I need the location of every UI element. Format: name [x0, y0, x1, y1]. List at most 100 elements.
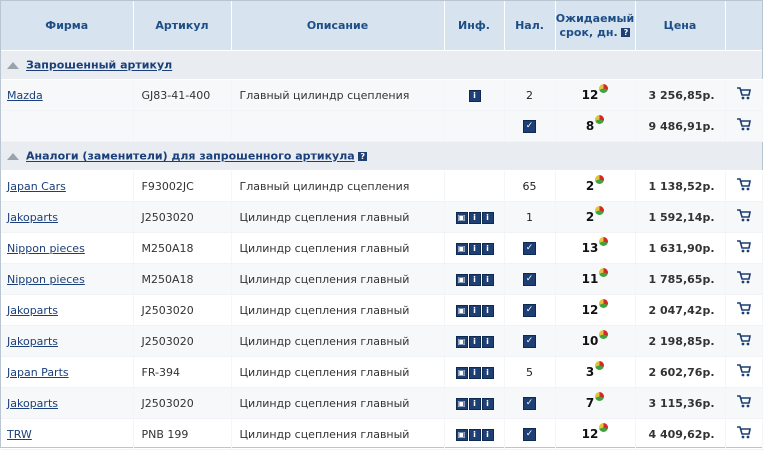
photo-icon[interactable]: ▣ [455, 428, 468, 441]
info-icon[interactable]: i [468, 89, 481, 102]
article-cell: M250A18 [133, 263, 232, 295]
info-icon[interactable]: i [468, 428, 481, 441]
col-description[interactable]: Описание [231, 1, 445, 51]
lead-days: 12 [581, 88, 599, 102]
info-icon[interactable]: i [468, 273, 481, 286]
cart-cell [725, 170, 763, 202]
delivery-chart-icon[interactable] [599, 330, 609, 339]
section-requested-link[interactable]: Запрошенный артикул [26, 59, 172, 72]
info-icon[interactable]: i [481, 397, 494, 410]
info-icon[interactable]: i [468, 211, 481, 224]
delivery-chart-icon[interactable] [595, 175, 605, 184]
cart-cell [725, 201, 763, 233]
collapse-triangle-icon[interactable] [7, 152, 19, 160]
photo-icon[interactable]: ▣ [455, 397, 468, 410]
delivery-chart-icon[interactable] [599, 299, 609, 308]
stock-cell: 2 [504, 79, 556, 111]
table-row: Nippon pieces M250A18 Цилиндр сцепления гл… [1, 232, 763, 264]
table-row: Mazda GJ83-41-400 Главный цилиндр сцеплени… [1, 79, 763, 111]
cart-icon[interactable] [736, 178, 751, 194]
table-row: Jakoparts J2503020 Цилиндр сцепления главн… [1, 201, 763, 233]
info-icon[interactable]: i [468, 335, 481, 348]
info-icon[interactable]: i [468, 304, 481, 317]
firm-cell: TRW [1, 418, 134, 450]
price-cell: 9 486,91р. [635, 110, 726, 142]
photo-icon[interactable]: ▣ [455, 335, 468, 348]
info-icon[interactable]: i [468, 366, 481, 379]
firm-link[interactable]: Nippon pieces [1, 273, 85, 286]
info-cell: ▣ i i [444, 325, 505, 357]
firm-link[interactable]: Jakoparts [1, 304, 58, 317]
cart-icon[interactable] [736, 118, 751, 134]
section-analogs-link[interactable]: Аналоги (заменители) для запрошенного ар… [26, 150, 355, 163]
info-icon[interactable]: i [481, 304, 494, 317]
lead-days: 10 [581, 334, 599, 348]
delivery-chart-icon[interactable] [595, 361, 605, 370]
info-icon[interactable]: i [481, 242, 494, 255]
cart-icon[interactable] [736, 364, 751, 380]
col-article[interactable]: Артикул [133, 1, 232, 51]
firm-link[interactable]: Mazda [1, 89, 43, 102]
cart-icon[interactable] [736, 87, 751, 103]
info-cell [444, 110, 505, 142]
info-icon[interactable]: i [481, 211, 494, 224]
help-icon[interactable]: ? [358, 151, 368, 161]
firm-cell: Japan Parts [1, 356, 134, 388]
table-row: ✓ 8 9 486,91р. [1, 110, 763, 142]
cart-icon[interactable] [736, 426, 751, 442]
cart-icon[interactable] [736, 240, 751, 256]
article-cell: J2503020 [133, 387, 232, 419]
in-stock-check-icon: ✓ [523, 272, 536, 286]
info-icon[interactable]: i [481, 335, 494, 348]
info-cell: ▣ i i [444, 418, 505, 450]
firm-link[interactable]: Jakoparts [1, 211, 58, 224]
price-cell: 1 138,52р. [635, 170, 726, 202]
info-cell: ▣ i i [444, 387, 505, 419]
cart-icon[interactable] [736, 302, 751, 318]
photo-icon[interactable]: ▣ [455, 366, 468, 379]
delivery-chart-icon[interactable] [599, 423, 609, 432]
firm-link[interactable]: Japan Cars [1, 180, 66, 193]
photo-icon[interactable]: ▣ [455, 242, 468, 255]
firm-link[interactable]: Jakoparts [1, 335, 58, 348]
col-firm-label: Фирма [45, 18, 89, 32]
cart-cell [725, 263, 763, 295]
col-lead-time[interactable]: Ожидаемый срок, дн. ? [555, 1, 636, 51]
stock-cell: 65 [504, 170, 556, 202]
delivery-chart-icon[interactable] [599, 237, 609, 246]
delivery-chart-icon[interactable] [599, 84, 609, 93]
firm-link[interactable]: Jakoparts [1, 397, 58, 410]
col-stock[interactable]: Нал. [504, 1, 556, 51]
lead-days: 12 [581, 303, 599, 317]
cart-cell [725, 356, 763, 388]
cart-icon[interactable] [736, 395, 751, 411]
info-icon[interactable]: i [468, 397, 481, 410]
firm-link[interactable]: Japan Parts [1, 366, 69, 379]
delivery-chart-icon[interactable] [595, 115, 605, 124]
info-icon[interactable]: i [481, 366, 494, 379]
photo-icon[interactable]: ▣ [455, 273, 468, 286]
cart-icon[interactable] [736, 209, 751, 225]
photo-icon[interactable]: ▣ [455, 304, 468, 317]
col-article-label: Артикул [155, 18, 209, 32]
firm-link[interactable]: TRW [1, 428, 32, 441]
delivery-chart-icon[interactable] [599, 268, 609, 277]
delivery-chart-icon[interactable] [595, 392, 605, 401]
photo-icon[interactable]: ▣ [455, 211, 468, 224]
collapse-triangle-icon[interactable] [7, 61, 19, 69]
delivery-chart-icon[interactable] [595, 206, 605, 215]
info-icon[interactable]: i [468, 242, 481, 255]
description-cell: Цилиндр сцепления главный [231, 418, 445, 450]
stock-cell: ✓ [504, 263, 556, 295]
info-icon[interactable]: i [481, 428, 494, 441]
info-icon[interactable]: i [481, 273, 494, 286]
col-price[interactable]: Цена [635, 1, 726, 51]
col-firm[interactable]: Фирма [1, 1, 134, 51]
lead-days: 13 [581, 241, 599, 255]
cart-icon[interactable] [736, 271, 751, 287]
lead-time-cell: 2 [555, 170, 636, 202]
help-icon[interactable]: ? [621, 28, 631, 37]
lead-time-cell: 12 [555, 294, 636, 326]
firm-link[interactable]: Nippon pieces [1, 242, 85, 255]
cart-icon[interactable] [736, 333, 751, 349]
